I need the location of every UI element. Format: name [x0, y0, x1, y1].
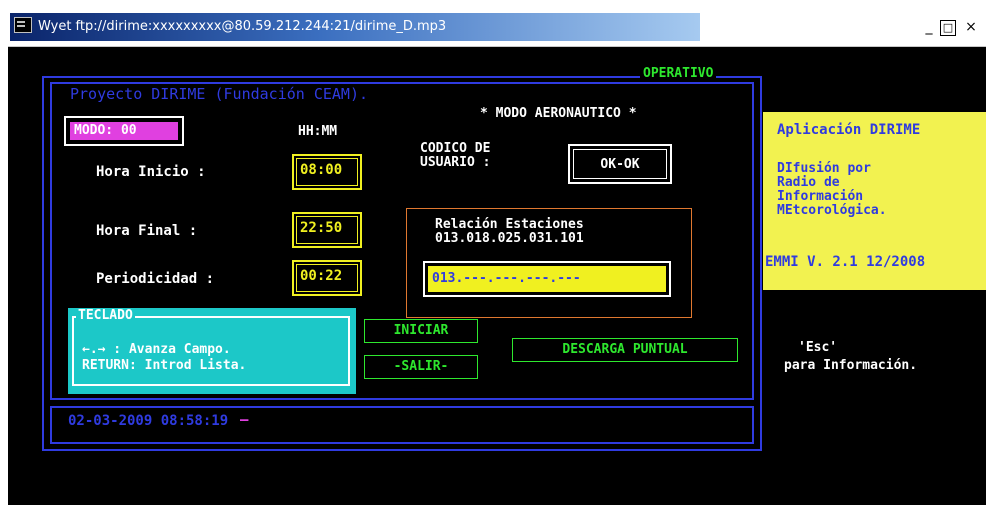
- stations-input-value: 013.---.---.---.---: [428, 266, 666, 292]
- maximize-icon: □: [942, 21, 954, 34]
- side-desc-line1: DIfusión por: [777, 161, 871, 176]
- footer-datetime: 02-03-2009 08:58:19: [68, 413, 229, 429]
- start-time-label: Hora Inicio :: [96, 164, 206, 180]
- period-input[interactable]: 00:22: [292, 260, 362, 296]
- footer-dash: —: [240, 412, 249, 428]
- minimize-icon: _: [925, 19, 933, 35]
- end-time-input[interactable]: 22:50: [292, 212, 362, 248]
- operative-status: OPERATIVO: [640, 66, 717, 81]
- side-description: DIfusión por Radio de Información MEtcor…: [777, 162, 887, 218]
- stations-list: 013.018.025.031.101: [435, 231, 584, 246]
- help-text: para Información.: [784, 358, 918, 373]
- user-code-label-line1: CODICO DE: [420, 141, 491, 156]
- minimize-button[interactable]: _: [920, 18, 938, 36]
- console-app-icon[interactable]: [14, 17, 32, 33]
- start-time-value: 08:00: [296, 158, 358, 186]
- time-format-header: HH:MM: [298, 124, 338, 139]
- user-code-label: CODICO DE USUARIO :: [420, 142, 490, 170]
- project-title: Proyecto DIRIME (Fundación CEAM).: [70, 85, 369, 103]
- stations-title: Relación Estaciones: [435, 217, 584, 232]
- mode-box: MODO: 00: [64, 116, 184, 146]
- mode-banner: * MODO AERONAUTICO *: [480, 106, 637, 121]
- user-code-value: OK-OK: [573, 149, 667, 179]
- keyboard-help-line2: RETURN: Introd Lista.: [82, 358, 247, 373]
- help-key: 'Esc': [798, 340, 838, 355]
- user-code-label-line2: USUARIO :: [420, 155, 491, 170]
- keyboard-help-title: TECLADO: [76, 308, 135, 323]
- start-button[interactable]: INICIAR: [364, 319, 478, 343]
- side-desc-line4: MEtcorológica.: [777, 203, 887, 218]
- side-desc-line2: Radio de: [777, 175, 840, 190]
- end-time-value: 22:50: [296, 216, 358, 244]
- keyboard-help-panel: TECLADO ←.→ : Avanza Campo. RETURN: Intr…: [68, 308, 356, 394]
- close-icon: ×: [965, 19, 977, 35]
- stations-input[interactable]: 013.---.---.---.---: [423, 261, 671, 297]
- title-bar[interactable]: Wyet ftp://dirime:xxxxxxxxx@80.59.212.24…: [8, 8, 986, 47]
- keyboard-help-line1: ←.→ : Avanza Campo.: [82, 342, 231, 357]
- stations-panel: Relación Estaciones 013.018.025.031.101 …: [406, 208, 692, 318]
- close-button[interactable]: ×: [962, 18, 980, 36]
- mode-label: MODO: 00: [70, 122, 178, 140]
- user-code-input[interactable]: OK-OK: [568, 144, 672, 184]
- side-app-title: Aplicación DIRIME: [777, 122, 921, 138]
- window-title: Wyet ftp://dirime:xxxxxxxxx@80.59.212.24…: [38, 19, 447, 34]
- period-value: 00:22: [296, 264, 358, 292]
- side-desc-line3: Información: [777, 189, 864, 204]
- console-window: Wyet ftp://dirime:xxxxxxxxx@80.59.212.24…: [8, 8, 986, 505]
- exit-button[interactable]: -SALIR-: [364, 355, 478, 379]
- maximize-button[interactable]: □: [940, 20, 956, 36]
- period-label: Periodicidad :: [96, 271, 215, 287]
- download-button[interactable]: DESCARGA PUNTUAL: [512, 338, 738, 362]
- side-version: EMMI V. 2.1 12/2008: [765, 254, 926, 270]
- side-info-panel: Aplicación DIRIME DIfusión por Radio de …: [763, 112, 986, 290]
- start-time-input[interactable]: 08:00: [292, 154, 362, 190]
- end-time-label: Hora Final :: [96, 223, 198, 239]
